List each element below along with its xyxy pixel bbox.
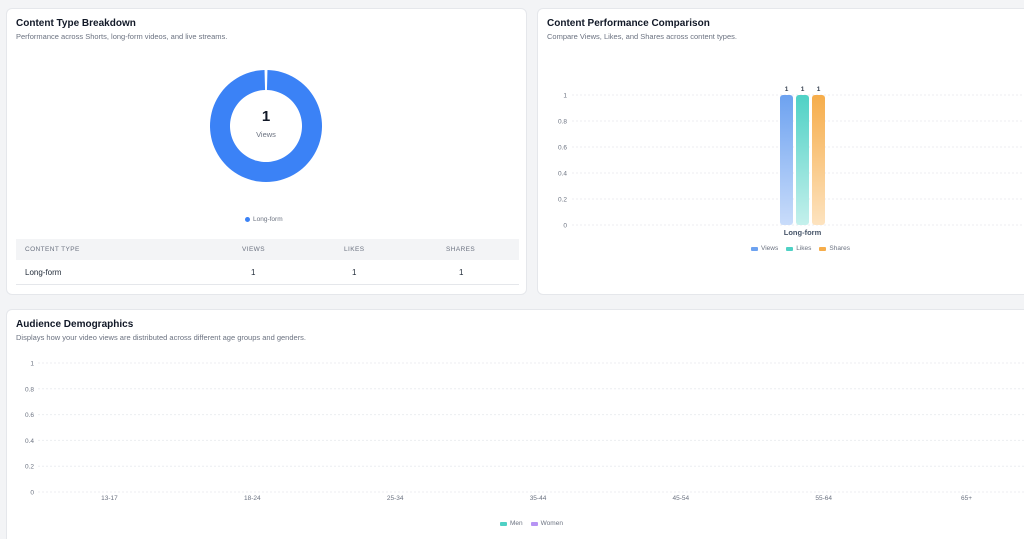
cell-shares: 1 <box>459 268 464 277</box>
bar-views[interactable] <box>780 95 793 225</box>
card-title: Content Type Breakdown <box>16 18 136 29</box>
col-header-content-type: CONTENT TYPE <box>25 246 80 253</box>
bar-value-label: 1 <box>785 86 789 93</box>
donut-center-value: 1 <box>262 108 270 125</box>
bar-value-label: 1 <box>801 86 805 93</box>
legend-label: Likes <box>796 245 812 252</box>
x-category-label: 13-17 <box>101 495 118 502</box>
col-header-likes: LIKES <box>344 246 365 253</box>
y-tick-label: 1 <box>30 361 34 368</box>
card-title: Content Performance Comparison <box>547 18 710 29</box>
legend-label: Long-form <box>253 216 283 223</box>
y-tick-label: 0.8 <box>25 386 34 393</box>
col-header-shares: SHARES <box>446 246 476 253</box>
legend-swatch <box>751 246 758 251</box>
legend-swatch <box>245 217 250 222</box>
bar-value-label: 1 <box>817 86 821 93</box>
legend-item-views[interactable]: Views <box>751 245 778 252</box>
legend-label: Shares <box>829 245 851 252</box>
y-tick-label: 0.4 <box>558 171 567 178</box>
donut-slice[interactable] <box>210 70 322 183</box>
x-category-label: 65+ <box>961 495 972 502</box>
y-tick-label: 0.6 <box>558 145 567 152</box>
bar-shares[interactable] <box>812 95 825 225</box>
legend-item-long-form[interactable]: Long-form <box>245 216 283 223</box>
legend-item-men[interactable]: Men <box>500 520 523 527</box>
performance-card: Content Performance Comparison Compare V… <box>537 8 1024 295</box>
legend-swatch <box>819 246 827 251</box>
card-title: Audience Demographics <box>16 319 134 330</box>
legend-label: Views <box>761 245 779 252</box>
y-tick-label: 1 <box>563 93 567 100</box>
y-tick-label: 0.2 <box>25 464 34 471</box>
demographics-card: Audience Demographics Displays how your … <box>6 309 1024 539</box>
x-category-label: Long-form <box>784 228 822 237</box>
cell-content-type: Long-form <box>25 268 62 277</box>
donut-center-label: Views <box>256 130 276 139</box>
cell-likes: 1 <box>352 268 357 277</box>
card-subtitle: Displays how your video views are distri… <box>16 333 307 342</box>
y-tick-label: 0 <box>563 223 567 230</box>
table-header: CONTENT TYPE VIEWS LIKES SHARES <box>16 239 519 260</box>
legend-swatch <box>500 521 507 526</box>
x-category-label: 45-54 <box>673 495 690 502</box>
legend-item-women[interactable]: Women <box>530 520 563 527</box>
cell-views: 1 <box>251 268 256 277</box>
content-breakdown-card: Content Type Breakdown Performance acros… <box>6 8 527 295</box>
y-tick-label: 0.2 <box>558 197 567 204</box>
legend-label: Men <box>510 520 523 527</box>
performance-legend: Views Likes Shares <box>751 245 850 252</box>
legend-label: Women <box>540 520 563 527</box>
performance-bar-chart: 1 0.8 0.6 0.4 0.2 0 Long-form 1 1 1 <box>558 86 1024 237</box>
legend-swatch <box>786 246 794 251</box>
col-header-views: VIEWS <box>242 246 265 253</box>
x-category-label: 55-64 <box>815 495 832 502</box>
x-category-label: 35-44 <box>530 495 547 502</box>
y-tick-label: 0 <box>30 490 34 497</box>
legend-item-shares[interactable]: Shares <box>819 245 850 252</box>
donut-legend: Long-form <box>245 216 283 223</box>
legend-item-likes[interactable]: Likes <box>786 245 811 252</box>
demographics-bar-chart: 1 0.8 0.6 0.4 0.2 0 13-17 18-24 25-34 35-44 45-54 5… <box>25 361 1024 502</box>
x-category-label: 18-24 <box>244 495 261 502</box>
y-tick-label: 0.8 <box>558 119 567 126</box>
demographics-legend: Men Women <box>500 520 563 527</box>
bar-likes[interactable] <box>796 95 809 225</box>
y-tick-label: 0.4 <box>25 438 34 445</box>
table-row: Long-form 1 1 1 <box>16 260 519 285</box>
card-subtitle: Performance across Shorts, long-form vid… <box>16 32 228 41</box>
x-category-label: 25-34 <box>387 495 404 502</box>
legend-swatch <box>530 521 538 526</box>
y-tick-label: 0.6 <box>25 412 34 419</box>
